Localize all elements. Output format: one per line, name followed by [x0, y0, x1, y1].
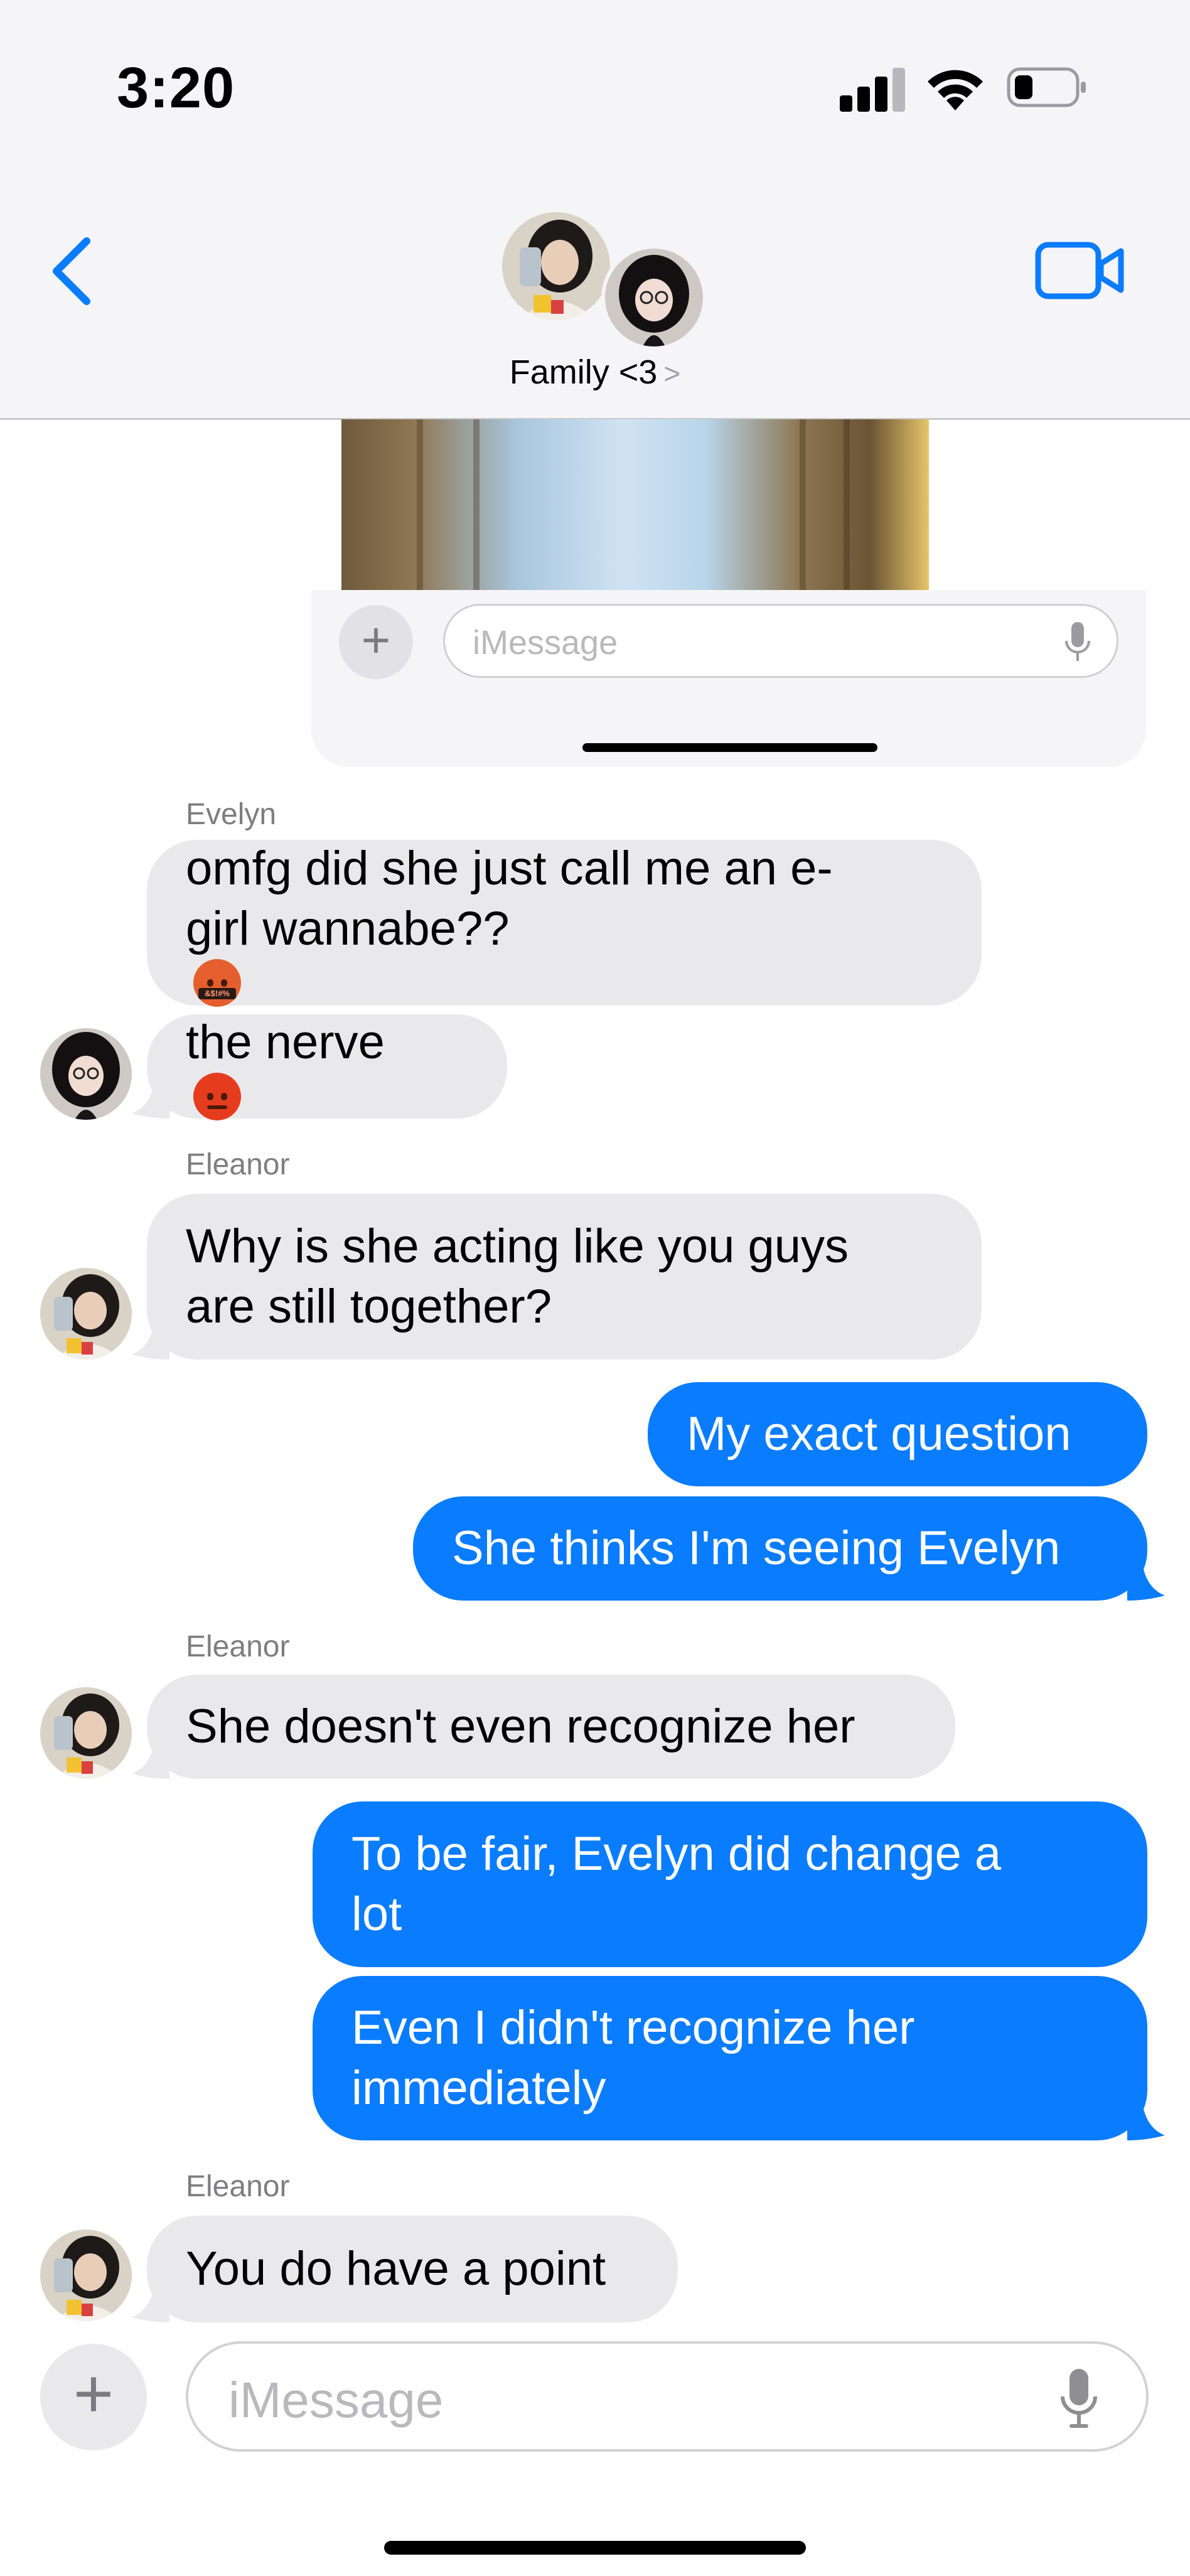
chevron-right-icon: >: [663, 357, 681, 390]
group-avatar-eleanor[interactable]: [498, 208, 614, 324]
incoming-message-bubble[interactable]: Why is she acting like you guys are stil…: [147, 1194, 982, 1360]
battery-icon: [1007, 67, 1086, 107]
avatar-evelyn[interactable]: [40, 1028, 132, 1120]
group-name[interactable]: Family <3 >: [414, 353, 776, 392]
outgoing-message-bubble[interactable]: Even I didn't recognize her immediately: [313, 1976, 1147, 2140]
message-text: are still together?: [186, 1280, 552, 1333]
message-text: Why is she acting like you guys: [186, 1220, 849, 1273]
embedded-mic-icon: [1065, 622, 1090, 661]
message-text: girl wannabe??: [186, 902, 510, 955]
bubble-tail: [1127, 1563, 1165, 1601]
conversation-header: Family <3 >: [0, 176, 1190, 420]
bubble-tail: [1127, 2103, 1165, 2140]
composer-bar: + iMessage: [0, 2322, 1190, 2576]
message-text: To be fair, Evelyn did change a: [351, 1827, 1002, 1881]
emoji-symbols: &$!#%: [198, 988, 236, 999]
sender-label: Evelyn: [186, 798, 277, 831]
outgoing-message-bubble[interactable]: To be fair, Evelyn did change a lot: [313, 1801, 1147, 1967]
avatar-eleanor[interactable]: [40, 1687, 132, 1779]
message-text: You do have a point: [186, 2242, 606, 2295]
angry-face-icon: [193, 1073, 241, 1120]
message-input-placeholder: iMessage: [228, 2372, 444, 2428]
message-text: My exact question: [687, 1407, 1071, 1461]
add-attachment-button[interactable]: +: [40, 2344, 147, 2450]
incoming-message-bubble[interactable]: She doesn't even recognize her: [147, 1675, 955, 1779]
message-input[interactable]: iMessage: [186, 2341, 1149, 2452]
message-text: the nerve: [186, 1016, 385, 1069]
outgoing-message-bubble[interactable]: She thinks I'm seeing Evelyn: [413, 1496, 1147, 1601]
avatar-eleanor[interactable]: [40, 1268, 132, 1360]
sender-label: Eleanor: [186, 1148, 290, 1181]
wifi-icon: [928, 70, 983, 110]
embedded-placeholder: iMessage: [473, 624, 618, 662]
incoming-message-bubble[interactable]: the nerve: [147, 1014, 507, 1120]
video-call-icon[interactable]: [1033, 236, 1127, 305]
outgoing-message-bubble[interactable]: My exact question: [648, 1382, 1147, 1486]
embedded-home-indicator: [582, 743, 877, 752]
message-text: She thinks I'm seeing Evelyn: [452, 1521, 1061, 1575]
incoming-message-bubble[interactable]: omfg did she just call me an e- girl wan…: [147, 840, 982, 1007]
embedded-plus-icon: +: [339, 605, 413, 679]
avatar-eleanor[interactable]: [40, 2230, 132, 2321]
face-with-symbols-on-mouth-icon: &$!#%: [193, 959, 241, 1007]
cellular-signal-icon: [840, 68, 905, 112]
group-avatar-evelyn[interactable]: [601, 245, 707, 350]
message-text: omfg did she just call me an e-: [186, 842, 833, 895]
back-chevron-icon[interactable]: [44, 233, 100, 309]
incoming-message-bubble[interactable]: You do have a point: [147, 2216, 678, 2322]
message-text: lot: [351, 1887, 402, 1941]
home-indicator: [384, 2541, 806, 2555]
status-time: 3:20: [117, 56, 235, 120]
embedded-message-field: iMessage: [443, 604, 1118, 678]
sender-label: Eleanor: [186, 2170, 290, 2203]
message-text: She doesn't even recognize her: [186, 1700, 855, 1753]
message-text: immediately: [351, 2061, 606, 2115]
status-bar: 3:20: [0, 0, 1190, 176]
embedded-photo[interactable]: [341, 419, 929, 590]
group-name-label: Family <3: [509, 353, 658, 391]
message-text: Even I didn't recognize her: [351, 2001, 915, 2054]
sender-label: Eleanor: [186, 1630, 290, 1663]
embedded-screenshot-composer: + iMessage: [311, 590, 1146, 767]
microphone-icon[interactable]: [1061, 2369, 1097, 2429]
